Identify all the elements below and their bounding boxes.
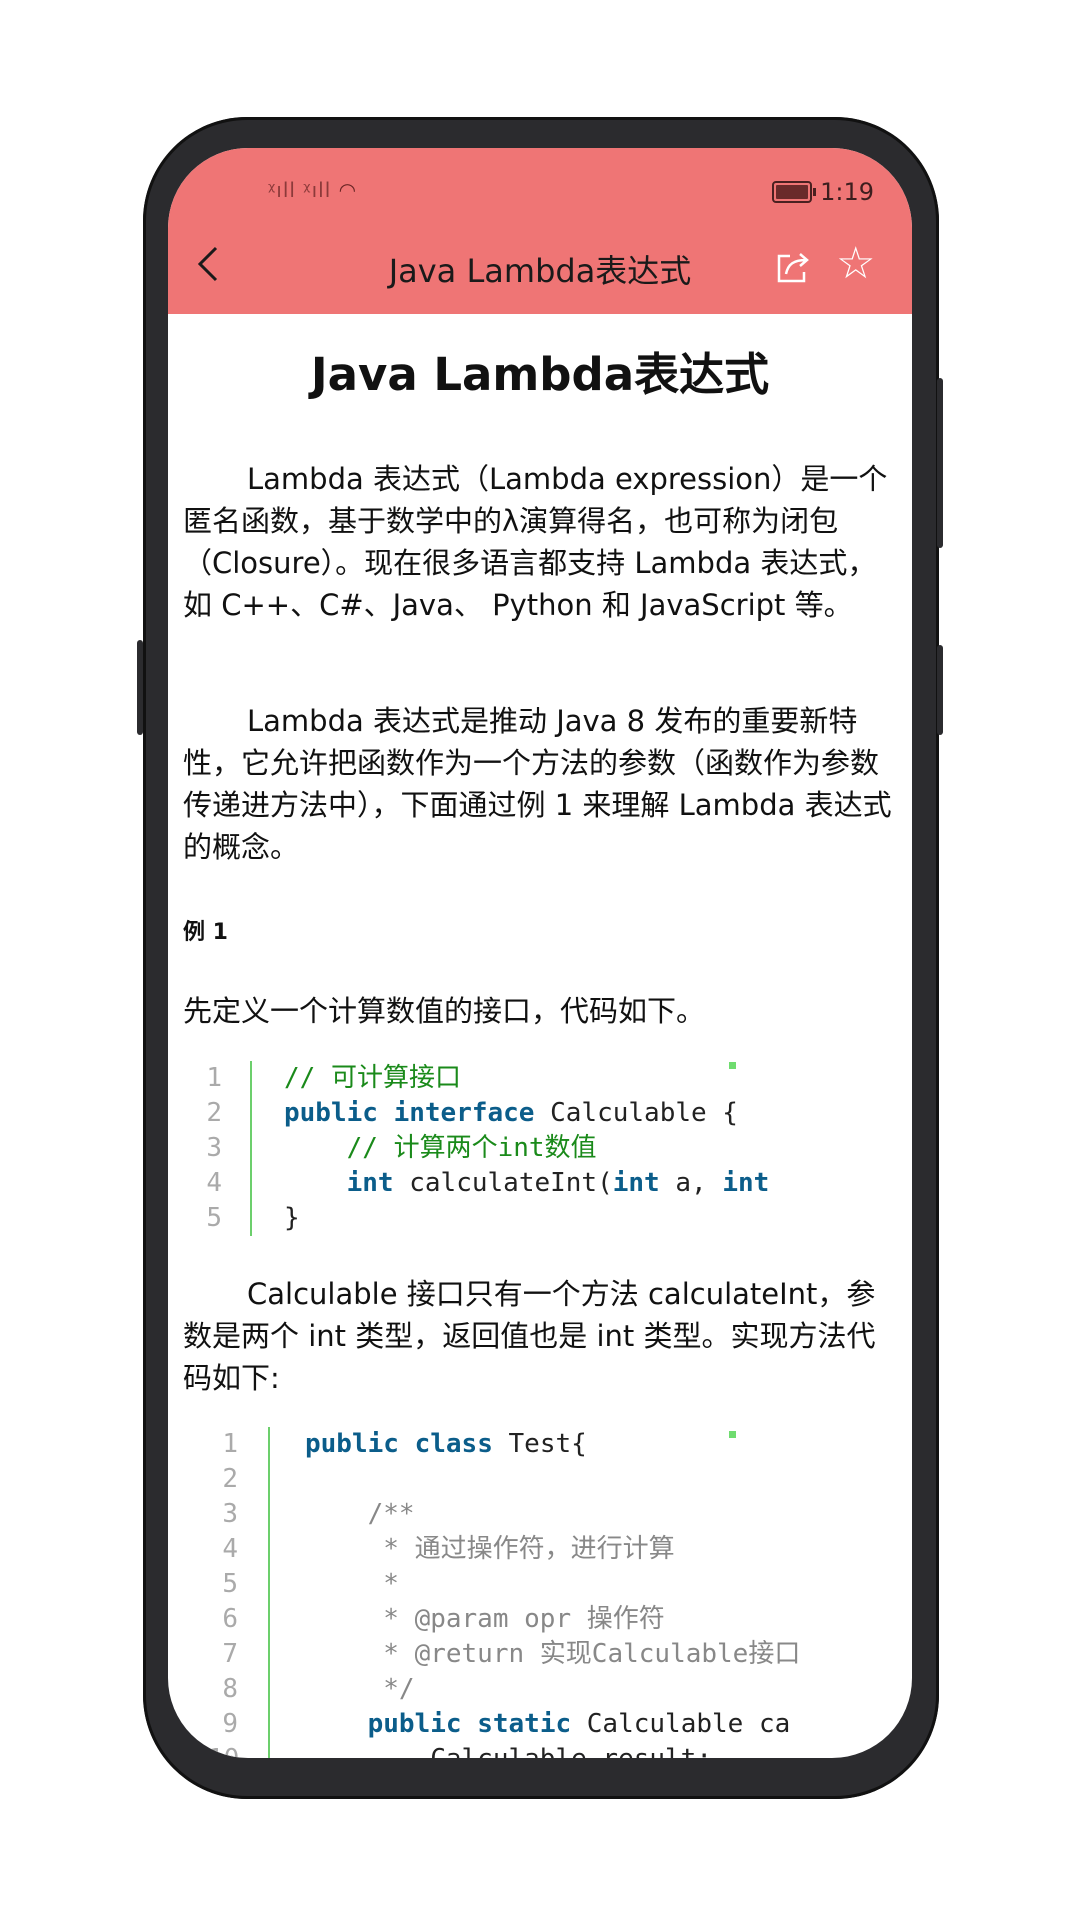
line-number: 2 <box>206 1098 222 1128</box>
code-line: 2 public interface Calculable { <box>168 1096 912 1131</box>
app-header: ᵡıll ᵡıll ◠ 1:19 Java Lambda表达式 ☆ <box>168 148 912 314</box>
code-marker <box>729 1431 736 1438</box>
screen: ᵡıll ᵡıll ◠ 1:19 Java Lambda表达式 ☆ Java L… <box>168 148 912 1758</box>
status-right: 1:19 <box>772 178 874 206</box>
code-token: interface <box>393 1098 535 1128</box>
line-number: 6 <box>222 1604 238 1634</box>
line-number: 9 <box>222 1709 238 1739</box>
article-title: Java Lambda表达式 <box>310 348 770 401</box>
code-text: public class Test{ <box>305 1427 587 1462</box>
line-number: 5 <box>206 1203 222 1233</box>
code-token: Calculable result; <box>305 1744 712 1758</box>
code-token: Test{ <box>492 1429 587 1459</box>
code-text: * 通过操作符，进行计算 <box>305 1532 675 1567</box>
code-token: // 可计算接口 <box>284 1063 461 1093</box>
code-text: * @param opr 操作符 <box>305 1602 665 1637</box>
code-token: public <box>284 1098 378 1128</box>
code-text: * <box>305 1567 399 1602</box>
line-number: 7 <box>222 1639 238 1669</box>
status-time: 1:19 <box>820 178 874 206</box>
line-number: 8 <box>222 1674 238 1704</box>
line-number: 1 <box>206 1063 222 1093</box>
code-line: 5 * <box>168 1567 912 1602</box>
star-icon[interactable]: ☆ <box>836 242 875 286</box>
code-line: 5} <box>168 1201 912 1236</box>
code-line: 4 int calculateInt(int a, int <box>168 1166 912 1201</box>
code-marker <box>729 1062 736 1069</box>
code-token: calculateInt( <box>393 1168 613 1198</box>
code-token: * @param opr 操作符 <box>305 1604 665 1634</box>
example-label: 例 1 <box>183 920 228 945</box>
code-token: // 计算两个int数值 <box>284 1133 597 1163</box>
code-token: int <box>346 1168 394 1198</box>
code-token: * <box>305 1569 399 1599</box>
code-block-interface: 1// 可计算接口 2 public interface Calculable {3… <box>168 1061 912 1241</box>
code-text: /** <box>305 1497 415 1532</box>
line-number: 10 <box>208 1742 239 1758</box>
wifi-icon: ◠ <box>338 178 358 202</box>
code-line: 9 public static Calculable ca <box>168 1707 912 1742</box>
code-line: 10 Calculable result; <box>168 1742 912 1758</box>
code-text: int calculateInt(int a, int <box>284 1166 770 1201</box>
code-line: 4 * 通过操作符，进行计算 <box>168 1532 912 1567</box>
code-token: int <box>612 1168 660 1198</box>
code-line: 3 // 计算两个int数值 <box>168 1131 912 1166</box>
code-text: */ <box>305 1672 415 1707</box>
line-number: 1 <box>222 1429 238 1459</box>
code-token: a, <box>659 1168 723 1198</box>
code-text: Calculable result; <box>305 1742 712 1758</box>
line-number: 5 <box>222 1569 238 1599</box>
paragraph-feature: Lambda 表达式是推动 Java 8 发布的重要新特性，它允许把函数作为一个… <box>183 704 892 864</box>
line-number: 4 <box>222 1534 238 1564</box>
code-token: public <box>305 1429 399 1459</box>
code-token: Calculable { <box>534 1098 738 1128</box>
code-line: 7 * @return 实现Calculable接口 <box>168 1637 912 1672</box>
paragraph-calculable: Calculable 接口只有一个方法 calculateInt，参数是两个 i… <box>183 1277 876 1395</box>
volume-button <box>937 378 943 548</box>
code-line: 1 public class Test{ <box>168 1427 912 1462</box>
code-text: // 可计算接口 <box>284 1061 461 1096</box>
battery-icon <box>772 181 817 203</box>
code-text: } <box>284 1201 300 1236</box>
code-text: * @return 实现Calculable接口 <box>305 1637 800 1672</box>
code-token: } <box>284 1203 300 1233</box>
paragraph-intro: Lambda 表达式（Lambda expression）是一个匿名函数，基于数… <box>183 462 888 622</box>
power-button <box>937 645 943 735</box>
code-line: 1 // 可计算接口 <box>168 1061 912 1096</box>
line-number: 3 <box>206 1133 222 1163</box>
paragraph-interface: 先定义一个计算数值的接口，代码如下。 <box>183 994 706 1028</box>
code-text: public interface Calculable { <box>284 1096 738 1131</box>
code-token: public <box>367 1709 462 1739</box>
code-token: class <box>414 1429 493 1459</box>
code-token: * 通过操作符，进行计算 <box>305 1534 675 1564</box>
line-number: 3 <box>222 1499 238 1529</box>
line-number: 2 <box>222 1464 238 1494</box>
code-line: 8 */ <box>168 1672 912 1707</box>
code-line: 2 <box>168 1462 912 1497</box>
code-token: * @return 实现Calculable接口 <box>305 1639 801 1669</box>
code-text: // 计算两个int数值 <box>284 1131 597 1166</box>
code-token: static <box>477 1709 572 1739</box>
code-token: */ <box>305 1674 415 1704</box>
code-line: 6 * @param opr 操作符 <box>168 1602 912 1637</box>
share-icon[interactable] <box>776 250 812 288</box>
code-block-test: 1 public class Test{2 3 /** 4 * 通过操作符，进行计算 5… <box>168 1427 912 1758</box>
code-text: public static Calculable ca <box>305 1707 791 1742</box>
code-token: Calculable ca <box>571 1709 791 1739</box>
side-button <box>137 640 143 735</box>
line-number: 4 <box>206 1168 222 1198</box>
code-token: int <box>722 1168 770 1198</box>
code-line: 3 /** <box>168 1497 912 1532</box>
code-token: /** <box>305 1499 415 1529</box>
signal-wifi-icons: ᵡıll ᵡıll ◠ <box>268 178 358 202</box>
